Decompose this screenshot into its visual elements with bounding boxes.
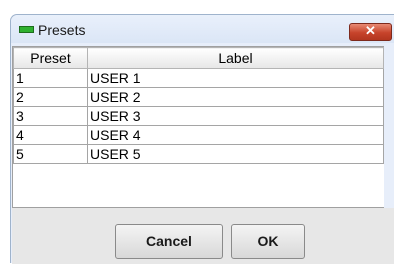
table-row[interactable]: 5 USER 5 bbox=[13, 144, 384, 164]
presets-table: Preset Label 1 USER 1 2 USER 2 3 USER 3 bbox=[12, 46, 384, 208]
dialog-title: Presets bbox=[38, 22, 86, 38]
column-header-label[interactable]: Label bbox=[87, 47, 384, 69]
presets-dialog: Presets ✕ Preset Label 1 USER 1 2 USER 2… bbox=[10, 14, 394, 264]
preset-cell[interactable]: 3 bbox=[13, 106, 88, 126]
close-button[interactable]: ✕ bbox=[349, 23, 392, 41]
table-row[interactable]: 1 USER 1 bbox=[13, 68, 384, 88]
label-cell[interactable]: USER 3 bbox=[87, 106, 384, 126]
cancel-button[interactable]: Cancel bbox=[115, 224, 223, 259]
table-row[interactable]: 4 USER 4 bbox=[13, 125, 384, 145]
preset-cell[interactable]: 4 bbox=[13, 125, 88, 145]
label-cell[interactable]: USER 1 bbox=[87, 68, 384, 88]
table-row[interactable]: 2 USER 2 bbox=[13, 87, 384, 107]
title-bar[interactable]: Presets ✕ bbox=[11, 15, 394, 43]
preset-cell[interactable]: 2 bbox=[13, 87, 88, 107]
ok-button[interactable]: OK bbox=[231, 224, 305, 259]
table-row[interactable]: 3 USER 3 bbox=[13, 106, 384, 126]
close-icon: ✕ bbox=[365, 23, 376, 38]
label-cell[interactable]: USER 2 bbox=[87, 87, 384, 107]
table-header-row: Preset Label bbox=[13, 47, 384, 69]
dialog-button-bar: Cancel OK bbox=[12, 208, 394, 264]
preset-cell[interactable]: 1 bbox=[13, 68, 88, 88]
label-cell[interactable]: USER 4 bbox=[87, 125, 384, 145]
preset-cell[interactable]: 5 bbox=[13, 144, 88, 164]
column-header-preset[interactable]: Preset bbox=[13, 47, 88, 69]
label-cell[interactable]: USER 5 bbox=[87, 144, 384, 164]
green-led-icon bbox=[19, 26, 34, 33]
